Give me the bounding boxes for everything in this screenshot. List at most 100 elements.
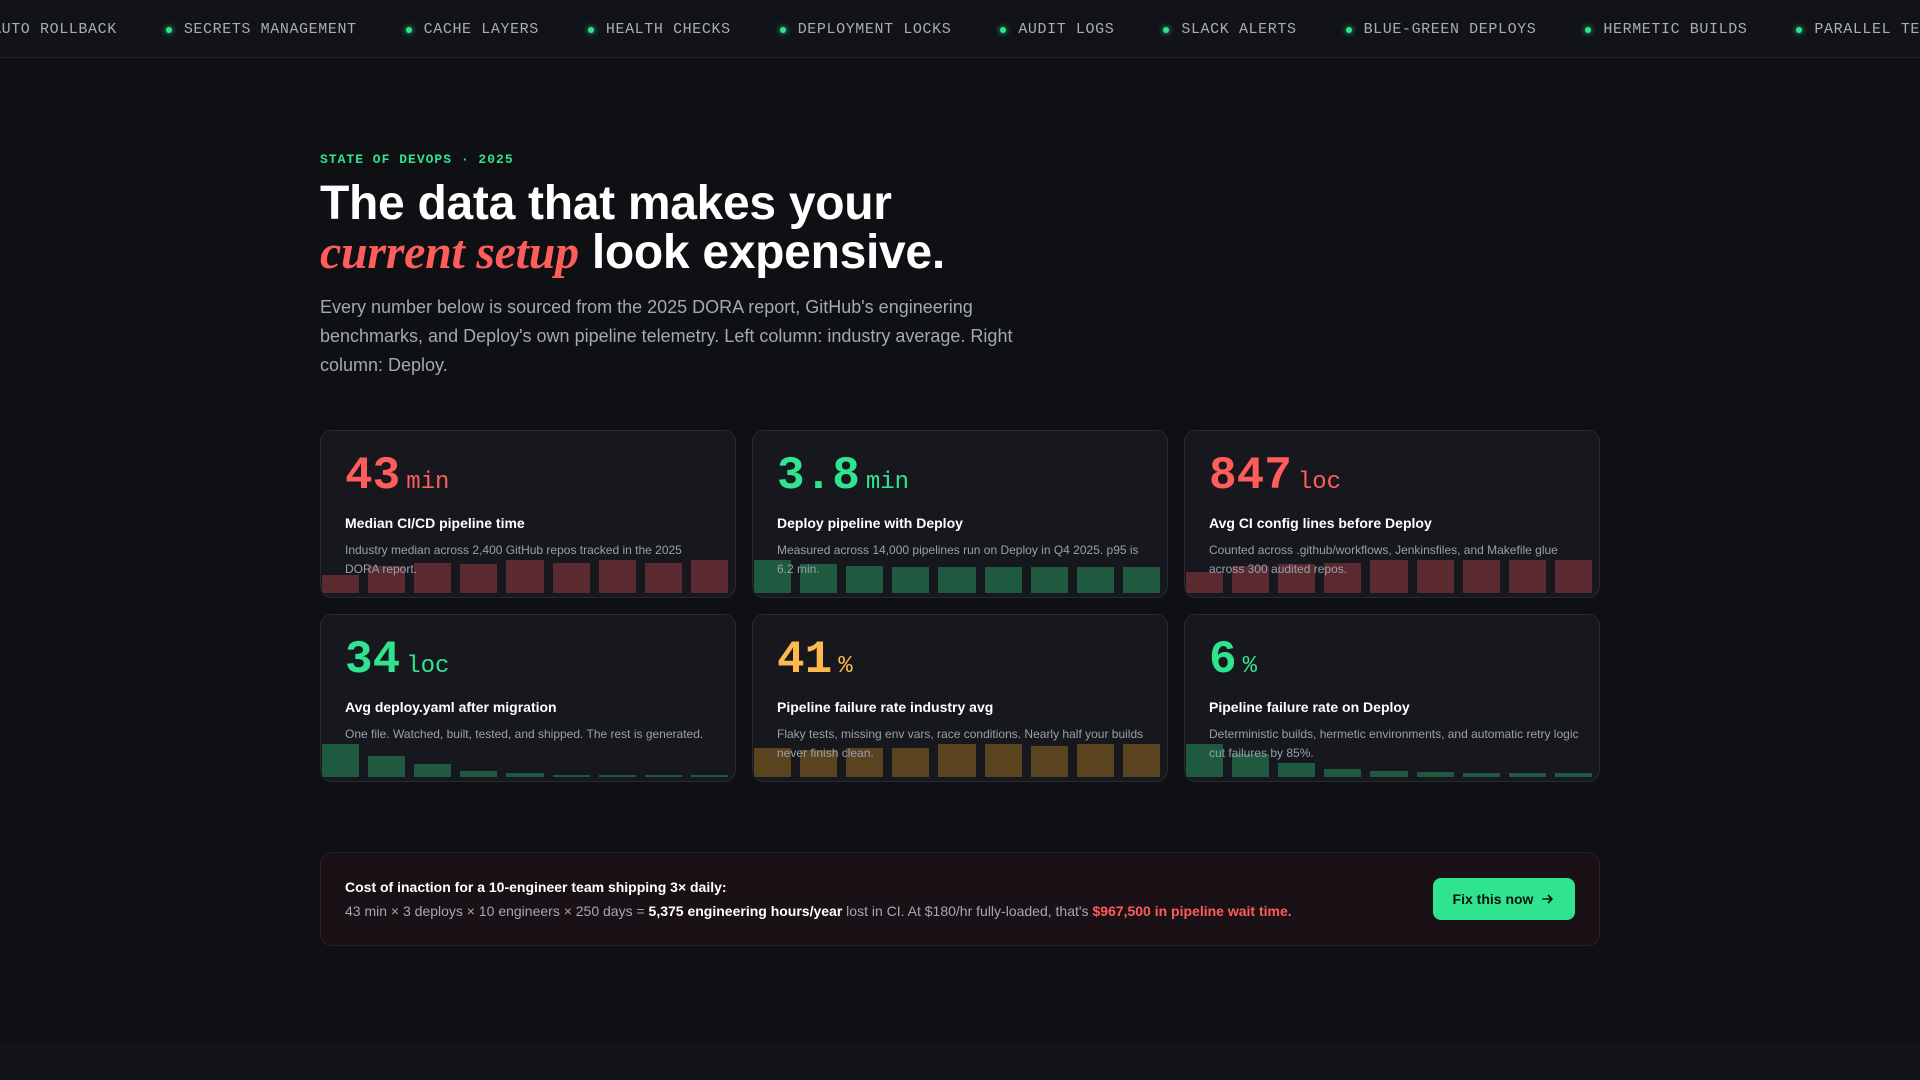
metric-value: 34	[345, 634, 401, 686]
cost-middle: lost in CI. At $180/hr fully-loaded, tha…	[842, 903, 1093, 919]
metric-unit: loc	[1297, 469, 1342, 496]
stat-card: 41% Pipeline failure rate industry avg Fla…	[752, 614, 1168, 782]
stat-card: 43 min Median CI/CD pipeline time Industry …	[320, 430, 736, 598]
status-dot-icon	[1163, 26, 1170, 33]
ticker-track: AUTO ROLLBACK SECRETS MANAGEMENT CACHE LAY…	[0, 21, 1920, 38]
ticker-label: HERMETIC BUILDS	[1603, 21, 1748, 38]
ticker-item: SECRETS MANAGEMENT	[165, 21, 357, 38]
ticker-item: AUTO ROLLBACK	[0, 21, 117, 38]
ticker-label: AUTO ROLLBACK	[0, 21, 117, 38]
stat-card: 3.8 min Deploy pipeline with Deploy Measure…	[752, 430, 1168, 598]
sparkline-bar	[552, 775, 590, 777]
ticker-item: CACHE LAYERS	[405, 21, 539, 38]
cost-title: Cost of inaction for a 10-engineer team …	[345, 879, 727, 895]
metric-unit: loc	[406, 653, 450, 680]
sparkline-bar	[368, 756, 406, 777]
page-headline: The data that makes your current setup l…	[320, 179, 1080, 277]
sparkline-bar	[1324, 769, 1362, 777]
cost-hours: 5,375 engineering hours/year	[648, 903, 843, 919]
headline-accent: current setup	[320, 226, 579, 279]
hero-subtext: Every number below is sourced from the 2…	[320, 297, 1013, 375]
ticker-label: AUDIT LOGS	[1018, 21, 1115, 38]
card-title: Avg CI config lines before Deploy	[1209, 515, 1432, 531]
sparkline-bar	[506, 773, 544, 777]
eyebrow-label: STATE OF DEVOPS · 2025	[320, 152, 514, 167]
ticker-item: BLUE-GREEN DEPLOYS	[1345, 21, 1537, 38]
card-title: Median CI/CD pipeline time	[345, 515, 525, 531]
ticker-item: HEALTH CHECKS	[587, 21, 731, 38]
fix-this-now-button[interactable]: Fix this now	[1433, 878, 1575, 920]
stat-card: 6% Pipeline failure rate on Deploy Determi…	[1184, 614, 1600, 782]
sparkline-bar	[414, 764, 452, 777]
status-dot-icon	[1000, 26, 1007, 33]
status-dot-icon	[165, 26, 172, 33]
status-dot-icon	[1345, 26, 1352, 33]
metric-unit: min	[865, 469, 910, 496]
sparkline-bar	[1508, 773, 1546, 777]
hero-section: STATE OF DEVOPS · 2025 The data that mak…	[320, 152, 1080, 380]
sparkline-bar	[1554, 773, 1592, 777]
card-description: Measured across 14,000 pipelines run on …	[777, 543, 1139, 576]
cost-total: $967,500 in pipeline wait time.	[1092, 903, 1292, 919]
ticker-item: DEPLOYMENT LOCKS	[779, 21, 952, 38]
ticker-label: DEPLOYMENT LOCKS	[797, 21, 952, 38]
cta-label: Fix this now	[1452, 891, 1534, 907]
metric: 3.8 min	[777, 451, 1143, 501]
sparkline-bar	[690, 775, 728, 777]
stat-card: 34 loc Avg deploy.yaml after migration One …	[320, 614, 736, 782]
metric-value: 3.8	[777, 450, 860, 502]
metric-unit: %	[1242, 653, 1258, 680]
status-dot-icon	[1585, 26, 1592, 33]
sparkline-bar	[644, 775, 682, 777]
card-title: Avg deploy.yaml after migration	[345, 699, 557, 715]
stat-card-grid: 43 min Median CI/CD pipeline time Industry …	[320, 430, 1600, 782]
status-dot-icon	[1796, 26, 1803, 33]
sparkline-bar	[322, 744, 360, 777]
metric: 41%	[777, 635, 1143, 685]
ticker-label: HEALTH CHECKS	[605, 21, 731, 38]
ticker-label: SLACK ALERTS	[1181, 21, 1297, 38]
headline-rest: look expensive.	[591, 226, 945, 279]
sparkline-bar	[460, 771, 498, 777]
sparkline-bar	[1370, 771, 1408, 777]
metric: 6%	[1209, 635, 1575, 685]
footer-band	[0, 1042, 1920, 1080]
sparkline-bar	[598, 775, 636, 777]
cost-formula: 43 min × 3 deploys × 10 engineers × 250 …	[345, 903, 649, 919]
headline-line-1: The data that makes your	[320, 177, 892, 230]
ticker-label: CACHE LAYERS	[423, 21, 539, 38]
metric-value: 847	[1209, 450, 1292, 502]
sparkline-bar	[1416, 772, 1454, 777]
ticker-item: AUDIT LOGS	[1000, 21, 1114, 38]
card-title: Pipeline failure rate on Deploy	[1209, 699, 1410, 715]
metric-value: 43	[345, 450, 401, 502]
sparkline-bar	[1462, 773, 1500, 777]
status-dot-icon	[405, 26, 412, 33]
metric: 34 loc	[345, 635, 711, 685]
card-description: Flaky tests, missing env vars, race cond…	[777, 727, 1144, 760]
ticker-item: HERMETIC BUILDS	[1585, 21, 1747, 38]
metric-value: 41	[777, 634, 833, 686]
cost-of-inaction-banner: Cost of inaction for a 10-engineer team …	[320, 852, 1600, 946]
stat-card: 847 loc Avg CI config lines before Deploy C…	[1184, 430, 1600, 598]
arrow-right-icon	[1542, 894, 1554, 904]
card-title: Pipeline failure rate industry avg	[777, 699, 994, 715]
ticker-item: PARALLEL TEST SUITES	[1796, 21, 1920, 38]
metric-unit: min	[406, 469, 450, 496]
status-dot-icon	[587, 26, 594, 33]
ticker-label: BLUE-GREEN DEPLOYS	[1363, 21, 1537, 38]
sparkline-bar	[1278, 763, 1316, 777]
metric: 43 min	[345, 451, 711, 501]
card-description: Deterministic builds, hermetic environme…	[1209, 727, 1579, 760]
card-description: Counted across .github/workflows, Jenkin…	[1209, 543, 1558, 576]
ticker-label: SECRETS MANAGEMENT	[183, 21, 357, 38]
feature-ticker: AUTO ROLLBACK SECRETS MANAGEMENT CACHE LAY…	[0, 0, 1920, 58]
ticker-item: SLACK ALERTS	[1163, 21, 1296, 38]
cost-calculation: 43 min × 3 deploys × 10 engineers × 250 …	[345, 903, 1292, 919]
card-description: Industry median across 2,400 GitHub repo…	[345, 543, 682, 576]
card-description: One file. Watched, built, tested, and sh…	[345, 727, 704, 741]
metric: 847 loc	[1209, 451, 1575, 501]
metric-unit: %	[838, 653, 853, 680]
status-dot-icon	[779, 26, 786, 33]
ticker-label: PARALLEL TEST SUITES	[1814, 21, 1920, 38]
